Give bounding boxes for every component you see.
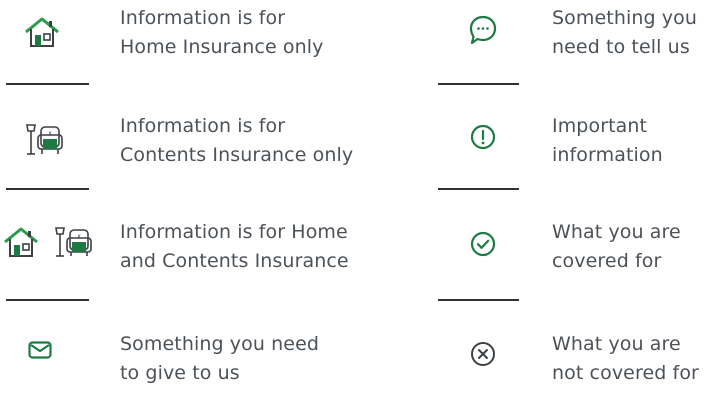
legend-right-3-line-1: What you are xyxy=(552,221,681,243)
house-icon xyxy=(22,12,62,52)
legend-right-2-line-1: Important xyxy=(552,115,648,137)
legend-right-2-line-2: information xyxy=(552,144,663,166)
legend-right-1-line-1: Something you xyxy=(552,7,698,29)
legend-left-2-line-1: Information is for xyxy=(120,115,286,137)
legend-right-3-line-2: covered for xyxy=(552,250,662,272)
legend-right-4-line-1: What you are xyxy=(552,333,681,355)
speech-bubble-icon xyxy=(466,12,500,48)
svg-text:x: x xyxy=(77,233,81,240)
divider xyxy=(438,299,519,301)
exclamation-circle-icon xyxy=(468,122,498,152)
divider xyxy=(438,188,519,190)
envelope-icon xyxy=(24,334,56,366)
divider xyxy=(6,299,89,301)
legend-right-1-line-2: need to tell us xyxy=(552,36,690,58)
lamp-armchair-icon: x xyxy=(22,120,66,160)
divider xyxy=(6,83,89,85)
legend-left-4-line-1: Something you need xyxy=(120,333,320,355)
legend-left-3-line-1: Information is for Home xyxy=(120,221,348,243)
svg-text:x: x xyxy=(48,130,52,137)
check-circle-icon xyxy=(468,229,498,259)
legend-right-4-line-2: not covered for xyxy=(552,362,699,384)
divider xyxy=(6,188,89,190)
divider xyxy=(438,83,519,85)
legend-left-1-line-2: Home Insurance only xyxy=(120,36,324,58)
legend-left-3-line-2: and Contents Insurance xyxy=(120,250,349,272)
x-circle-icon xyxy=(468,339,498,369)
legend-left-2-line-2: Contents Insurance only xyxy=(120,144,354,166)
house-lamp-armchair-icon: x xyxy=(2,222,102,262)
legend-left-1-line-1: Information is for xyxy=(120,7,286,29)
legend-left-4-line-2: to give to us xyxy=(120,362,240,384)
